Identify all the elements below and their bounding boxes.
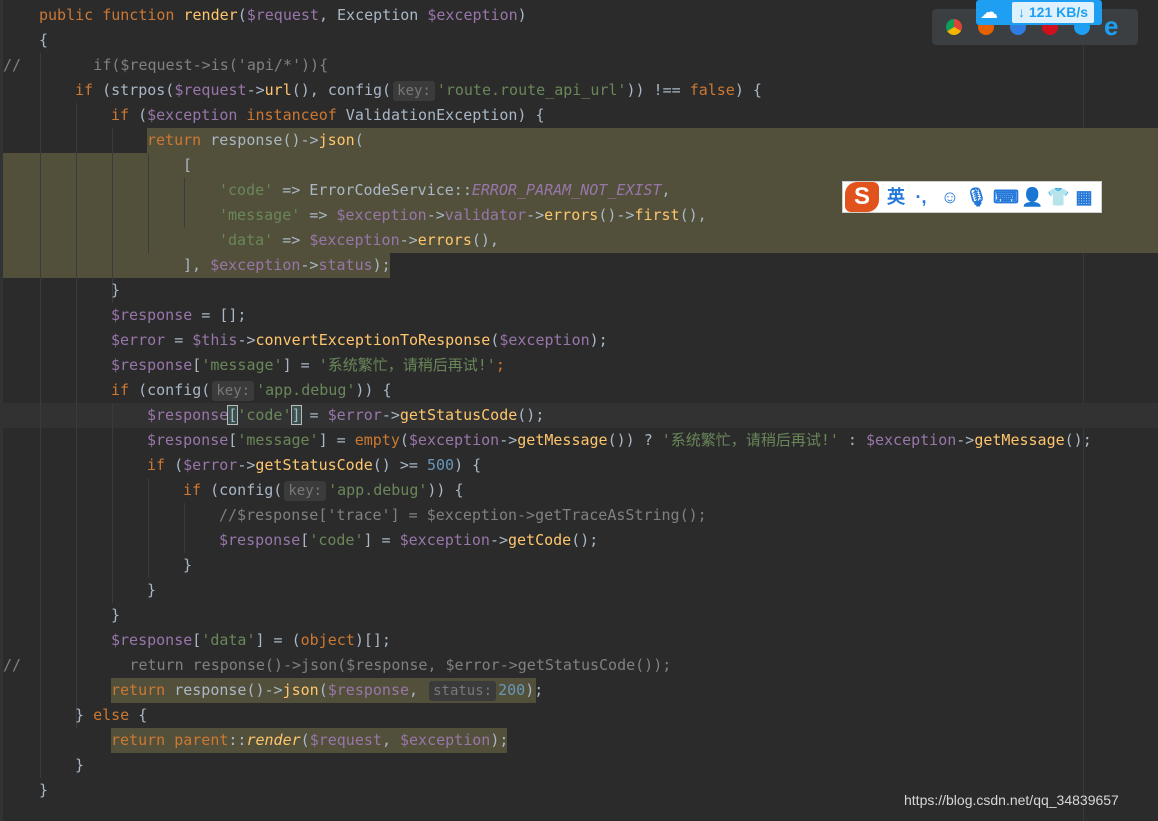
code-line: $response['code'] = $exception->getCode(…: [219, 531, 599, 549]
code-line: // return response()->json($response, $e…: [3, 656, 672, 674]
code-line: if ($error->getStatusCode() >= 500) {: [147, 456, 482, 474]
keyboard-icon[interactable]: ⌨: [993, 186, 1019, 208]
ime-language-toggle[interactable]: 英: [885, 186, 907, 208]
parameter-hint: key:: [284, 481, 327, 501]
code-editor[interactable]: public function render($request, Excepti…: [0, 0, 1158, 821]
code-line: } else {: [75, 706, 148, 724]
parameter-hint: key:: [393, 81, 435, 101]
edge-icon[interactable]: e: [1104, 12, 1118, 40]
code-line: $response['message'] = empty($exception-…: [147, 431, 1092, 449]
code-line: $response = [];: [111, 306, 247, 324]
chrome-icon[interactable]: [946, 19, 962, 35]
code-line: ], $exception->status);: [183, 256, 391, 274]
ime-toolbar[interactable]: S 英 ·, ☺ 🎙 ⌨ 👤 👕 ▦: [842, 181, 1102, 213]
code-line: }: [111, 606, 121, 624]
code-line: return response()->json(: [147, 131, 364, 149]
code-line: $response['message'] = '系统繁忙，请稍后再试!';: [111, 356, 505, 374]
code-line: 'data' => $exception->errors(),: [219, 231, 499, 249]
code-line: }: [75, 756, 85, 774]
emoji-icon[interactable]: ☺: [939, 186, 961, 208]
parameter-hint: status:: [429, 681, 497, 701]
download-rate: ↓ 121 KB/s: [1012, 2, 1095, 23]
code-line[interactable]: $response['code'] = $error->getStatusCod…: [0, 403, 1158, 428]
punctuation-icon[interactable]: ·,: [913, 186, 929, 208]
code-line: }: [147, 581, 157, 599]
sogou-logo[interactable]: S: [845, 182, 879, 212]
code-line: //$response['trace'] = $exception->getTr…: [219, 506, 707, 524]
code-line: }: [111, 281, 121, 299]
microphone-icon[interactable]: 🎙: [965, 186, 988, 208]
code-line: return parent::render($request, $excepti…: [111, 731, 509, 749]
user-icon[interactable]: 👤: [1021, 186, 1043, 208]
cloud-icon: ☁: [980, 2, 998, 22]
toolbox-grid-icon[interactable]: ▦: [1073, 186, 1095, 208]
code-line: if (strpos($request->url(), config(key: '…: [75, 81, 762, 101]
parameter-hint: key:: [212, 381, 255, 401]
code-line: $error = $this->convertExceptionToRespon…: [111, 331, 608, 349]
watermark: https://blog.csdn.net/qq_34839657: [904, 792, 1119, 808]
code-line: }: [183, 556, 193, 574]
code-line: [: [183, 156, 193, 174]
code-line: if (config(key:'app.debug')) {: [183, 481, 464, 501]
code-line: if (config(key:'app.debug')) {: [111, 381, 392, 401]
code-line: if ($exception instanceof ValidationExce…: [111, 106, 545, 124]
download-speed-widget[interactable]: ☁ ↓ 121 KB/s: [976, 0, 1102, 25]
code-line: return response()->json($response, statu…: [111, 681, 544, 701]
code-line: // if($request->is('api/*')){: [3, 56, 329, 74]
code-line: $response['data'] = (object)[];: [111, 631, 391, 649]
skin-shirt-icon[interactable]: 👕: [1047, 186, 1069, 208]
